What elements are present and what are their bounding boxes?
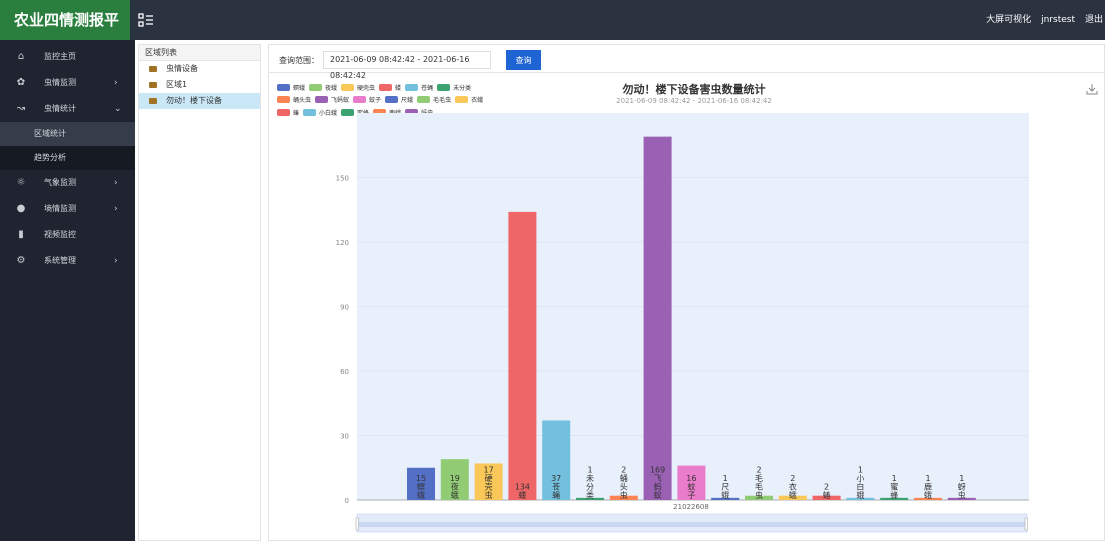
big-screen-link[interactable]: 大屏可视化 bbox=[986, 0, 1031, 40]
sidebar-item-label: 虫情统计 bbox=[44, 104, 76, 113]
sidebar-item-system[interactable]: ⚙ 系统管理 › bbox=[0, 248, 135, 274]
zoom-slider-fill bbox=[357, 522, 1027, 527]
bar-data-label: 16 蚊子 bbox=[686, 474, 696, 500]
query-button[interactable]: 查询 bbox=[506, 50, 541, 70]
tree-node-region1[interactable]: 区域1 bbox=[139, 77, 260, 93]
legend-swatch bbox=[277, 83, 290, 91]
query-label: 查询范围： bbox=[279, 56, 319, 65]
logout-link[interactable]: 退出 bbox=[1085, 0, 1103, 40]
home-icon: ⌂ bbox=[17, 51, 25, 62]
tree-node-label: 虫情设备 bbox=[166, 64, 198, 73]
brand-title: 农业四情测报平台 bbox=[0, 0, 130, 69]
sidebar-item-label: 墒情监测 bbox=[44, 204, 76, 213]
tree-node-label: 区域1 bbox=[166, 80, 188, 89]
chevron-right-icon: › bbox=[114, 256, 118, 266]
sidebar-item-pest-monitor[interactable]: ✿ 虫情监测 › bbox=[0, 70, 135, 96]
sidebar-subitem-trend-analysis[interactable]: 趋势分析 bbox=[0, 146, 135, 170]
tree-title: 区域列表 bbox=[139, 45, 260, 61]
sidebar-item-label: 气象监测 bbox=[44, 178, 76, 187]
sidebar-item-soil[interactable]: ● 墒情监测 › bbox=[0, 196, 135, 222]
region-tree-panel: 区域列表 虫情设备 区域1 勿动！楼下设备 bbox=[138, 44, 261, 541]
bar-data-label: 19 夜蛾 bbox=[450, 474, 460, 500]
menu-toggle-icon[interactable] bbox=[138, 12, 154, 28]
legend-swatch bbox=[341, 83, 355, 91]
legend-swatch bbox=[309, 83, 323, 91]
bar-data-label: 37 苍蝇 bbox=[551, 474, 561, 500]
y-tick-label: 120 bbox=[336, 239, 349, 247]
legend-swatch bbox=[379, 83, 393, 91]
tree-node-label: 勿动！楼下设备 bbox=[166, 96, 222, 105]
bar bbox=[508, 211, 537, 500]
folder-icon bbox=[149, 82, 157, 88]
sidebar-item-label: 系统管理 bbox=[44, 256, 76, 265]
tree-node-downstairs-device[interactable]: 勿动！楼下设备 bbox=[139, 93, 260, 109]
y-tick-label: 90 bbox=[340, 304, 349, 312]
legend-swatch bbox=[405, 83, 419, 91]
globe-icon: ● bbox=[16, 203, 26, 214]
chevron-right-icon: › bbox=[114, 204, 118, 214]
sidebar-item-pest-stats[interactable]: ↝ 虫情统计 ⌄ bbox=[0, 96, 135, 122]
x-tick-label: 21022608 bbox=[673, 503, 709, 511]
gear-icon: ⚙ bbox=[16, 255, 26, 266]
bar-data-label: 15 螟蛾 bbox=[416, 474, 426, 500]
chevron-down-icon: ⌄ bbox=[114, 104, 122, 114]
y-tick-label: 60 bbox=[340, 368, 349, 376]
chevron-right-icon: › bbox=[114, 78, 118, 88]
user-name[interactable]: jnrstest bbox=[1041, 0, 1075, 40]
y-tick-label: 0 bbox=[345, 497, 349, 505]
sidebar-item-video[interactable]: ▮ 视频监控 bbox=[0, 222, 135, 248]
bug-icon: ✿ bbox=[16, 77, 26, 88]
video-icon: ▮ bbox=[18, 229, 24, 240]
chevron-right-icon: › bbox=[114, 178, 118, 188]
zoom-handle-right bbox=[1024, 517, 1028, 531]
sidebar: ⌂ 监控主页 ✿ 虫情监测 › ↝ 虫情统计 ⌄ 区域统计 趋势分析 ☼ 气象监… bbox=[0, 40, 135, 541]
chart-icon: ↝ bbox=[16, 103, 26, 114]
folder-open-icon bbox=[149, 98, 157, 104]
y-tick-label: 150 bbox=[336, 175, 349, 183]
legend-swatch bbox=[437, 83, 451, 91]
sidebar-item-label: 监控主页 bbox=[44, 52, 76, 61]
sidebar-item-weather[interactable]: ☼ 气象监测 › bbox=[0, 170, 135, 196]
date-range-input[interactable]: 2021-06-09 08:42:42 - 2021-06-16 08:42:4… bbox=[323, 51, 491, 80]
sidebar-subitem-region-stats[interactable]: 区域统计 bbox=[0, 122, 135, 146]
y-tick-label: 30 bbox=[340, 433, 349, 441]
query-bar: 查询范围： 2021-06-09 08:42:42 - 2021-06-16 0… bbox=[269, 45, 1104, 80]
bar-data-label: 17 硬壳虫 bbox=[484, 466, 494, 501]
bar-chart: 03060901201502102260815 螟蛾19 夜蛾17 硬壳虫134 蝼37… bbox=[336, 113, 1029, 533]
sidebar-item-home[interactable]: ⌂ 监控主页 bbox=[0, 44, 135, 70]
weather-icon: ☼ bbox=[16, 177, 26, 188]
tree-node-pest-devices[interactable]: 虫情设备 bbox=[139, 61, 260, 77]
sidebar-item-label: 虫情监测 bbox=[44, 78, 76, 87]
main-panel: 查询范围： 2021-06-09 08:42:42 - 2021-06-16 0… bbox=[268, 44, 1105, 541]
zoom-handle-left bbox=[355, 517, 359, 531]
folder-open-icon bbox=[149, 66, 157, 72]
top-bar: 农业四情测报平台 大屏可视化 jnrstest 退出 bbox=[0, 0, 1105, 69]
bar bbox=[643, 136, 672, 500]
top-right-links: 大屏可视化 jnrstest 退出 bbox=[986, 0, 1105, 40]
sidebar-item-label: 视频监控 bbox=[44, 230, 76, 239]
